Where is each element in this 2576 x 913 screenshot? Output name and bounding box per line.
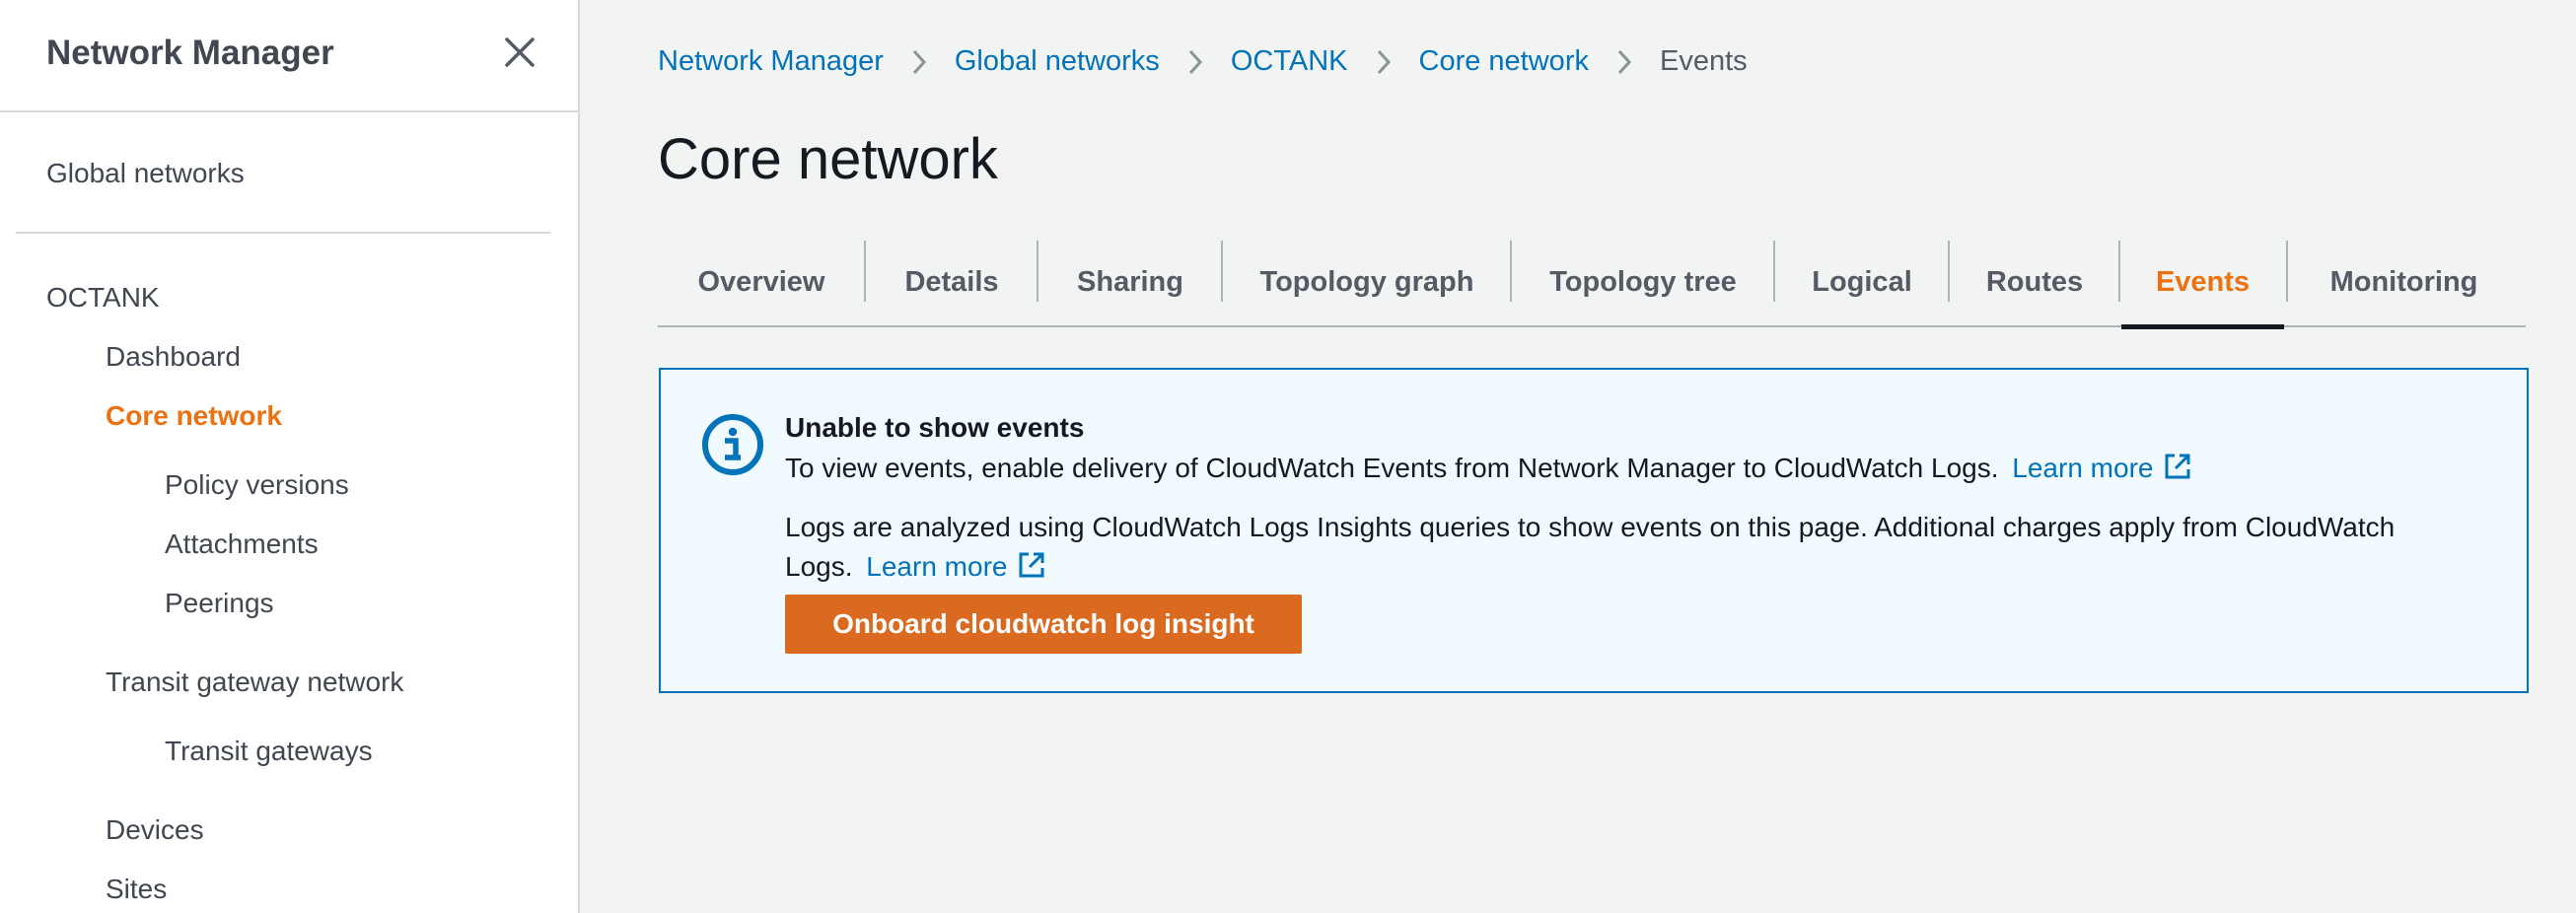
chevron-right-icon [1160,47,1231,77]
sidebar-item-attachments[interactable]: Attachments [165,528,319,560]
tab-logical[interactable]: Logical [1775,237,1949,327]
learn-more-link[interactable]: Learn more [2012,453,2192,483]
breadcrumb-core-network[interactable]: Core network [1419,45,1589,78]
info-alert: Unable to show events To view events, en… [659,368,2529,693]
tab-sharing[interactable]: Sharing [1038,237,1222,327]
close-navigation-button[interactable] [497,30,542,75]
tab-topology-graph[interactable]: Topology graph [1223,237,1511,327]
external-link-icon [1019,552,1044,578]
alert-charges-end: Logs. [785,551,853,582]
sidebar-item-global-networks[interactable]: Global networks [46,158,245,189]
sidebar-item-transit-gateways[interactable]: Transit gateways [165,736,373,767]
breadcrumb-global-networks[interactable]: Global networks [955,45,1160,78]
tab-details[interactable]: Details [866,237,1038,327]
page-title: Core network [658,127,998,191]
sidebar-item-sites[interactable]: Sites [106,874,167,905]
breadcrumb: Network Manager Global networks OCTANK C… [658,45,1748,78]
sidebar-item-transit-gateway-network[interactable]: Transit gateway network [106,667,403,698]
tab-monitoring[interactable]: Monitoring [2288,237,2520,327]
learn-more-label: Learn more [866,551,1008,582]
info-icon [702,414,763,475]
chevron-right-icon [1589,47,1660,77]
sidebar-item-peerings[interactable]: Peerings [165,588,274,619]
sidebar-item-devices[interactable]: Devices [106,814,204,846]
sidebar-item-octank[interactable]: OCTANK [46,282,160,314]
alert-title: Unable to show events [785,412,1085,443]
breadcrumb-octank[interactable]: OCTANK [1231,45,1348,78]
tab-bar: Overview Details Sharing Topology graph … [658,237,2526,329]
alert-message-text: To view events, enable delivery of Cloud… [785,453,1999,483]
side-navigation: Network Manager Global networks OCTANK D… [0,0,580,913]
sidebar-title[interactable]: Network Manager [46,34,334,73]
alert-charges-continued: Logs. Learn more [785,547,1046,587]
sidebar-header: Network Manager [0,0,578,112]
external-link-icon [2165,454,2190,479]
sidebar-item-core-network[interactable]: Core network [106,400,282,432]
tab-events[interactable]: Events [2121,237,2284,329]
close-icon [505,37,535,67]
chevron-right-icon [1348,47,1419,77]
tab-overview[interactable]: Overview [658,237,865,327]
sidebar-divider [16,232,550,234]
tab-topology-tree[interactable]: Topology tree [1512,237,1774,327]
breadcrumb-network-manager[interactable]: Network Manager [658,45,884,78]
alert-charges-text: Logs are analyzed using CloudWatch Logs … [785,512,2396,542]
breadcrumb-current: Events [1659,45,1748,77]
sidebar-item-dashboard[interactable]: Dashboard [106,341,241,373]
onboard-cloudwatch-button[interactable]: Onboard cloudwatch log insight [785,595,1302,654]
chevron-right-icon [884,47,955,77]
learn-more-link[interactable]: Learn more [866,551,1046,582]
alert-message: To view events, enable delivery of Cloud… [785,449,2192,488]
tab-routes[interactable]: Routes [1950,237,2119,327]
sidebar-item-policy-versions[interactable]: Policy versions [165,469,349,501]
learn-more-label: Learn more [2012,453,2154,483]
tab-separator [2118,241,2120,302]
